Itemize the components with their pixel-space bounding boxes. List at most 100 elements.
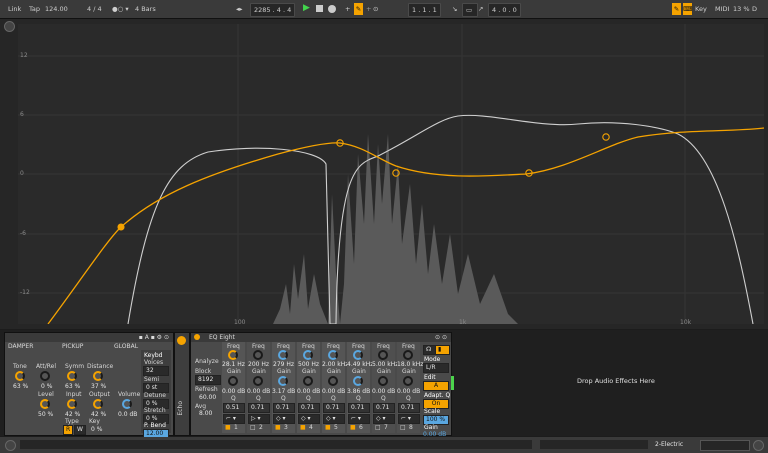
computer-keyboard-icon[interactable]: ⌨ (683, 3, 692, 15)
loop-icon[interactable]: ⊙ (373, 3, 378, 15)
overdub-icon[interactable]: + (345, 3, 350, 15)
band-7-q-field[interactable]: 0.71 (373, 403, 395, 413)
distance-knob[interactable] (93, 371, 103, 381)
tap-button[interactable]: Tap (29, 3, 40, 15)
band-2-toggle-icon[interactable]: □ (250, 424, 256, 431)
band-1-q-field[interactable]: 0.51 (223, 403, 245, 413)
band-6-q-field[interactable]: 0.71 (348, 403, 370, 413)
band-4-q-field[interactable]: 0.71 (298, 403, 320, 413)
avg-value[interactable]: 8.00 (199, 410, 212, 417)
band-7-freq-knob[interactable] (378, 350, 388, 360)
output-knob[interactable] (93, 399, 103, 409)
loop-toggle-icon[interactable]: ▭ (462, 3, 478, 17)
band-8-gain-value[interactable]: 0.00 dB (397, 388, 420, 395)
band-4-toggle-icon[interactable]: ■ (300, 424, 306, 431)
record-button[interactable] (328, 5, 336, 13)
band-4-freq-knob[interactable] (303, 350, 313, 360)
band-7-toggle-icon[interactable]: □ (375, 424, 381, 431)
tempo-field[interactable]: 124.00 (45, 3, 68, 15)
volume-knob[interactable] (122, 399, 132, 409)
band-3-filter-type[interactable]: ◇ ▾ (273, 414, 295, 424)
stop-button[interactable] (316, 5, 323, 12)
band-3-q-field[interactable]: 0.71 (273, 403, 295, 413)
tone-value[interactable]: 63 % (13, 383, 28, 390)
band-8-filter-type[interactable]: ⌐ ▾ (398, 414, 420, 424)
voices-field[interactable]: 32 (143, 366, 169, 376)
draw-mode-icon[interactable]: ✎ (672, 3, 681, 15)
loop-length-field[interactable]: 4 . 0 . 0 (488, 3, 521, 17)
link-button[interactable]: Link (8, 3, 21, 15)
volume-value[interactable]: 0.0 dB (118, 411, 137, 418)
time-signature-field[interactable]: 4 / 4 (87, 3, 102, 15)
band-4-gain-knob[interactable] (303, 376, 313, 386)
band-7-filter-type[interactable]: ◇ ▾ (373, 414, 395, 424)
band-3-toggle-icon[interactable]: ■ (275, 424, 281, 431)
band-6-freq-knob[interactable] (353, 350, 363, 360)
band-2-filter-type[interactable]: ▷ ▾ (248, 414, 270, 424)
band-6-toggle-icon[interactable]: ■ (350, 424, 356, 431)
echo-power-icon[interactable] (177, 336, 186, 345)
drop-effects-zone[interactable]: Drop Audio Effects Here (577, 377, 655, 385)
echo-device-collapsed[interactable]: Echo (174, 332, 190, 436)
follow-icon[interactable]: ◂▸ (236, 3, 243, 15)
level-knob[interactable] (40, 399, 50, 409)
band-5-gain-value[interactable]: 0.00 dB (322, 388, 345, 395)
band-4-filter-type[interactable]: ◇ ▾ (298, 414, 320, 424)
attrel-knob[interactable] (40, 371, 50, 381)
band-5-freq-value[interactable]: 2.00 kHz (322, 361, 348, 368)
band-6-filter-type[interactable]: ⌐ ▾ (348, 414, 370, 424)
edit-a-button[interactable]: A (423, 381, 449, 391)
band-1-freq-value[interactable]: 28.1 Hz (222, 361, 245, 368)
band-1-handle[interactable] (117, 223, 125, 231)
band-8-toggle-icon[interactable]: □ (400, 424, 406, 431)
session-record-icon[interactable]: + (366, 3, 371, 15)
expand-icon[interactable] (4, 21, 15, 32)
band-6-freq-value[interactable]: 4.49 kHz (347, 361, 373, 368)
device-overview[interactable] (700, 440, 750, 451)
type-w-button[interactable]: W (74, 425, 86, 435)
band-3-freq-knob[interactable] (278, 350, 288, 360)
output-value[interactable]: 42 % (91, 411, 106, 418)
input-knob[interactable] (67, 399, 77, 409)
band-2-q-field[interactable]: 0.71 (248, 403, 270, 413)
key-value[interactable]: 0 % (91, 426, 102, 433)
device-header-icons[interactable]: ▪ A ▪ ⚙ ⊙ (139, 333, 169, 342)
band-6-gain-value[interactable]: 3.86 dB (347, 388, 370, 395)
midi-map-button[interactable]: MIDI (715, 3, 729, 15)
refresh-value[interactable]: 60.00 (199, 394, 216, 401)
eq-header-icons[interactable]: ⊙ ⊙ (435, 333, 447, 342)
input-value[interactable]: 42 % (65, 411, 80, 418)
eq-spectrum-view[interactable]: 12 6 0 -6 -12 100 1k 10k (18, 24, 764, 326)
punch-out-icon[interactable]: ↗ (478, 3, 483, 15)
band-8-freq-knob[interactable] (403, 350, 413, 360)
band-5-q-field[interactable]: 0.71 (323, 403, 345, 413)
band-5-gain-knob[interactable] (328, 376, 338, 386)
band-6-handle[interactable] (602, 133, 610, 141)
oversample-icon[interactable]: ▮ (435, 345, 450, 355)
automation-arm-icon[interactable]: ✎ (354, 3, 363, 15)
band-1-gain-knob[interactable] (228, 376, 238, 386)
band-4-gain-value[interactable]: 0.00 dB (297, 388, 320, 395)
eq-power-icon[interactable] (194, 334, 200, 340)
band-8-q-field[interactable]: 0.71 (398, 403, 420, 413)
symm-knob[interactable] (67, 371, 77, 381)
level-value[interactable]: 50 % (38, 411, 53, 418)
band-7-gain-knob[interactable] (378, 376, 388, 386)
band-2-freq-knob[interactable] (253, 350, 263, 360)
key-map-button[interactable]: Key (695, 3, 707, 15)
loop-start-field[interactable]: 1 . 1 . 1 (408, 3, 441, 17)
mode-select[interactable]: L/R (423, 363, 449, 373)
band-8-gain-knob[interactable] (403, 376, 413, 386)
collapse-icon[interactable] (5, 440, 16, 451)
band-1-filter-type[interactable]: ⌐ ▾ (223, 414, 245, 424)
arrangement-position-field[interactable]: 2285 . 4 . 4 (250, 3, 296, 17)
band-1-gain-value[interactable]: 0.00 dB (222, 388, 245, 395)
band-7-freq-value[interactable]: 5.00 kHz (372, 361, 398, 368)
band-3-freq-value[interactable]: 279 Hz (273, 361, 294, 368)
play-button[interactable]: ▶ (303, 2, 310, 14)
punch-in-icon[interactable]: ↘ (452, 3, 457, 15)
band-5-filter-type[interactable]: ◇ ▾ (323, 414, 345, 424)
band-5-toggle-icon[interactable]: ■ (325, 424, 331, 431)
distance-value[interactable]: 37 % (91, 383, 106, 390)
attrel-value[interactable]: 0 % (41, 383, 52, 390)
